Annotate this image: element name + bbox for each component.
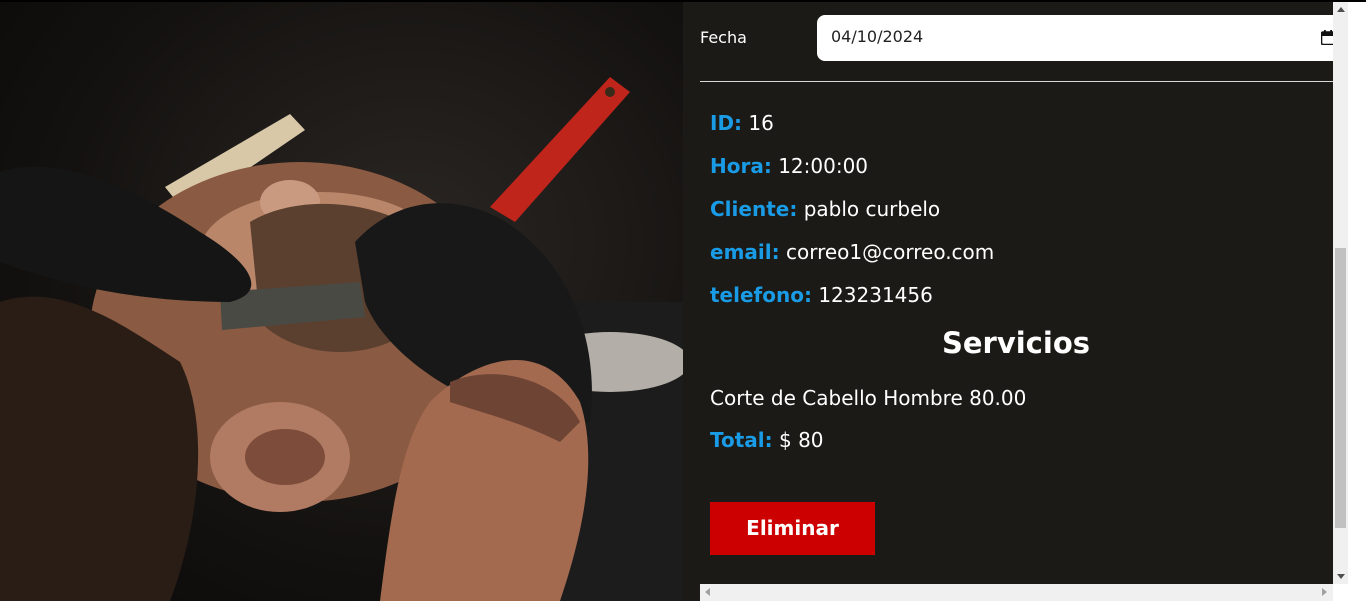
cliente-value: pablo curbelo — [803, 197, 941, 221]
hscroll-gap — [683, 584, 700, 601]
telefono-label: telefono: — [710, 283, 812, 307]
total-value: $ 80 — [779, 428, 824, 452]
appointment-client: Cliente: pablo curbelo — [710, 197, 940, 221]
scroll-left-arrow-icon[interactable] — [705, 588, 710, 596]
email-label: email: — [710, 240, 780, 264]
scroll-right-arrow-icon[interactable] — [1322, 588, 1327, 596]
window-edge — [1348, 2, 1366, 584]
cliente-label: Cliente: — [710, 197, 798, 221]
scrollbar-thumb[interactable] — [1335, 248, 1346, 528]
id-value: 16 — [748, 111, 774, 135]
service-item: Corte de Cabello Hombre 80.00 — [710, 386, 1027, 410]
appointments-panel: Fecha 04/10/2024 ID: 16 Hora: 12:00:00 C… — [683, 2, 1333, 584]
appointment-phone: telefono: 123231456 — [710, 283, 933, 307]
appointment-id: ID: 16 — [710, 111, 774, 135]
vertical-scrollbar[interactable] — [1333, 2, 1348, 584]
date-value: 04/10/2024 — [831, 27, 924, 46]
appointment-hour: Hora: 12:00:00 — [710, 154, 868, 178]
total-label: Total: — [710, 428, 773, 452]
services-heading: Servicios — [941, 326, 1091, 360]
email-value: correo1@correo.com — [785, 240, 995, 264]
telefono-value: 123231456 — [818, 283, 933, 307]
barber-photo — [0, 2, 683, 601]
divider — [700, 81, 1333, 82]
date-filter-row: Fecha 04/10/2024 — [700, 15, 1333, 63]
scroll-down-arrow-icon[interactable] — [1337, 574, 1345, 579]
hora-label: Hora: — [710, 154, 772, 178]
appointment-email: email: correo1@correo.com — [710, 240, 994, 264]
date-label: Fecha — [700, 28, 747, 47]
calendar-icon[interactable] — [1321, 30, 1333, 45]
appointment-total: Total: $ 80 — [710, 428, 824, 452]
scroll-up-arrow-icon[interactable] — [1337, 7, 1345, 12]
date-input[interactable]: 04/10/2024 — [817, 15, 1333, 61]
id-label: ID: — [710, 111, 743, 135]
hora-value: 12:00:00 — [778, 154, 869, 178]
scrollbar-corner — [1333, 584, 1366, 601]
delete-button[interactable]: Eliminar — [710, 502, 875, 555]
horizontal-scrollbar[interactable] — [700, 584, 1333, 601]
